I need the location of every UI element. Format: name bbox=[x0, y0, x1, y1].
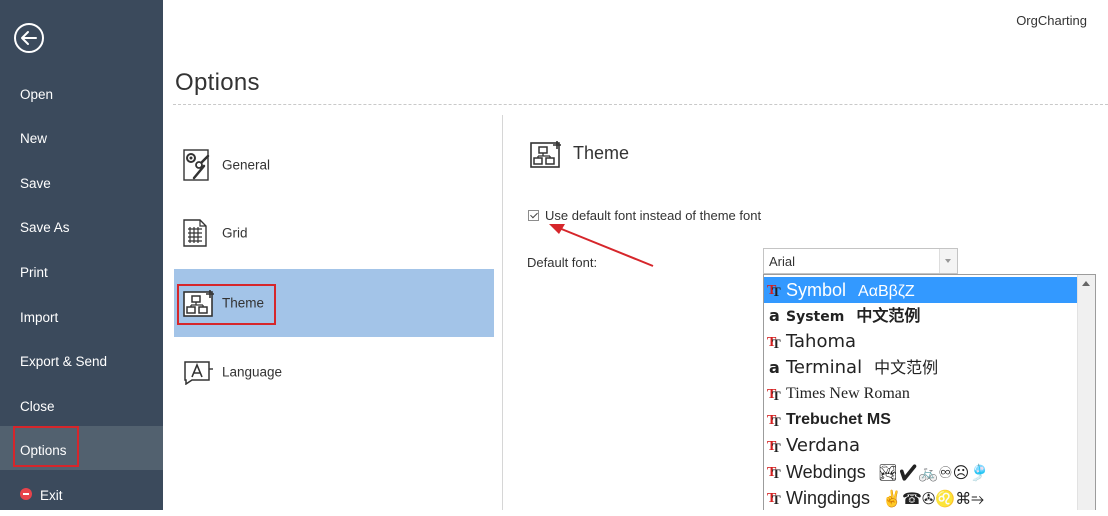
default-font-value: Arial bbox=[769, 254, 796, 269]
truetype-font-icon: TT bbox=[767, 439, 781, 454]
font-name: Trebuchet MS bbox=[786, 411, 891, 428]
grid-icon bbox=[183, 219, 207, 247]
font-option[interactable]: T T Verdana bbox=[764, 433, 1090, 459]
svg-text:T: T bbox=[772, 466, 781, 480]
general-settings-icon bbox=[183, 149, 210, 181]
options-highlight-box bbox=[13, 426, 79, 467]
page-title: Options bbox=[175, 69, 260, 96]
svg-text:T: T bbox=[772, 440, 781, 454]
truetype-font-icon: TT bbox=[767, 465, 781, 480]
sidebar-item-close[interactable]: Close bbox=[0, 387, 163, 427]
category-label: Language bbox=[222, 364, 283, 380]
font-name: Terminal bbox=[786, 357, 863, 378]
theme-highlight-box bbox=[177, 284, 276, 325]
font-option-name: Wingdings ✌☎✇♌⌘⥱ bbox=[786, 486, 984, 510]
sidebar-item-label: Save As bbox=[20, 220, 70, 235]
backstage-sidebar: Open New Save Save As Print Import Expor… bbox=[0, 0, 163, 510]
sidebar-item-label: Close bbox=[20, 399, 55, 414]
exit-icon bbox=[20, 488, 32, 501]
font-name: Verdana bbox=[786, 435, 860, 456]
sidebar-item-import[interactable]: Import bbox=[0, 298, 163, 338]
font-option[interactable]: T T Times New Roman bbox=[764, 381, 1090, 407]
font-name: Times New Roman bbox=[786, 385, 910, 402]
font-option[interactable]: T T Symbol ΑαΒβζΖ bbox=[764, 277, 1090, 303]
sidebar-item-exit[interactable]: Exit bbox=[0, 476, 163, 516]
panel-divider bbox=[502, 115, 503, 510]
sidebar-item-label: Open bbox=[20, 87, 54, 102]
chevron-down-icon[interactable] bbox=[939, 249, 957, 273]
category-label: Grid bbox=[222, 225, 248, 241]
back-arrow-icon[interactable] bbox=[13, 22, 45, 54]
font-name: Webdings bbox=[786, 462, 866, 482]
title-divider bbox=[173, 104, 1108, 105]
font-option-name: Webdings 🏞✔🚲♾☹🎐 bbox=[786, 460, 989, 486]
truetype-font-icon: TT bbox=[767, 413, 781, 428]
font-option[interactable]: T T Trebuchet MS bbox=[764, 407, 1090, 433]
default-font-label: Default font: bbox=[527, 255, 598, 270]
font-name: System bbox=[786, 309, 845, 325]
svg-text:T: T bbox=[772, 284, 781, 298]
sidebar-item-label: Import bbox=[20, 310, 59, 325]
font-name: Symbol bbox=[786, 280, 847, 300]
font-option-name: Symbol ΑαΒβζΖ bbox=[786, 278, 915, 304]
category-general[interactable]: General bbox=[174, 131, 494, 199]
bitmap-font-icon: a bbox=[769, 358, 780, 376]
sidebar-item-label: Print bbox=[20, 265, 48, 280]
font-name: Tahoma bbox=[786, 331, 857, 352]
app-name: OrgCharting bbox=[1016, 13, 1087, 28]
default-font-select[interactable]: Arial bbox=[763, 248, 958, 274]
svg-text:T: T bbox=[772, 492, 781, 506]
sidebar-item-label: Export & Send bbox=[20, 354, 108, 369]
truetype-font-icon: TT bbox=[767, 387, 781, 402]
font-dropdown-list[interactable]: T T Symbol ΑαΒβζΖ a System 中文范例 T T Tahoma a Termin… bbox=[763, 274, 1096, 510]
font-sample: ✌☎✇♌⌘⥱ bbox=[882, 491, 985, 508]
sidebar-item-new[interactable]: New bbox=[0, 119, 163, 159]
svg-text:a: a bbox=[769, 358, 780, 376]
font-option-name: Times New Roman bbox=[786, 382, 910, 406]
scroll-up-arrow-icon[interactable] bbox=[1078, 275, 1095, 292]
category-grid[interactable]: Grid bbox=[174, 199, 494, 267]
font-sample: 中文范例 bbox=[856, 306, 921, 325]
panel-title: Theme bbox=[573, 143, 630, 163]
font-sample: ΑαΒβζΖ bbox=[858, 283, 915, 300]
font-option[interactable]: a System 中文范例 bbox=[764, 303, 1090, 329]
sidebar-item-open[interactable]: Open bbox=[0, 75, 163, 115]
sidebar-item-label: New bbox=[20, 131, 48, 146]
svg-text:T: T bbox=[772, 336, 781, 350]
sidebar-item-export-send[interactable]: Export & Send bbox=[0, 342, 163, 382]
category-label: General bbox=[222, 157, 271, 173]
sidebar-item-label: Exit bbox=[40, 488, 63, 503]
font-option-name: Verdana bbox=[786, 434, 860, 458]
font-option[interactable]: T T Tahoma bbox=[764, 329, 1090, 355]
truetype-font-icon: TT bbox=[767, 491, 781, 506]
sidebar-item-print[interactable]: Print bbox=[0, 253, 163, 293]
language-icon bbox=[184, 361, 213, 385]
truetype-font-icon: TT bbox=[767, 335, 781, 350]
sidebar-item-label: Save bbox=[20, 176, 51, 191]
theme-icon bbox=[530, 141, 561, 168]
sidebar-item-save-as[interactable]: Save As bbox=[0, 208, 163, 248]
font-name: Wingdings bbox=[786, 488, 871, 508]
font-sample: 🏞✔🚲♾☹🎐 bbox=[877, 465, 990, 482]
svg-text:T: T bbox=[772, 414, 781, 428]
font-option[interactable]: a Terminal 中文范例 bbox=[764, 355, 1090, 381]
default-font-checkbox[interactable] bbox=[528, 210, 539, 221]
svg-text:a: a bbox=[769, 306, 780, 324]
category-language[interactable]: Language bbox=[174, 338, 494, 406]
dropdown-scrollbar[interactable] bbox=[1077, 275, 1095, 510]
font-option[interactable]: T T Wingdings ✌☎✇♌⌘⥱ bbox=[764, 485, 1090, 510]
font-option-name: System 中文范例 bbox=[786, 304, 920, 329]
sidebar-item-save[interactable]: Save bbox=[0, 164, 163, 204]
svg-text:T: T bbox=[772, 388, 781, 402]
bitmap-font-icon: a bbox=[769, 306, 780, 324]
font-option-name: Tahoma bbox=[786, 330, 856, 354]
font-sample: 中文范例 bbox=[874, 358, 939, 377]
font-option[interactable]: T T Webdings 🏞✔🚲♾☹🎐 bbox=[764, 459, 1090, 485]
truetype-font-icon: TT bbox=[767, 283, 781, 298]
font-option-name: Terminal 中文范例 bbox=[786, 356, 938, 380]
font-option-name: Trebuchet MS bbox=[786, 408, 891, 432]
